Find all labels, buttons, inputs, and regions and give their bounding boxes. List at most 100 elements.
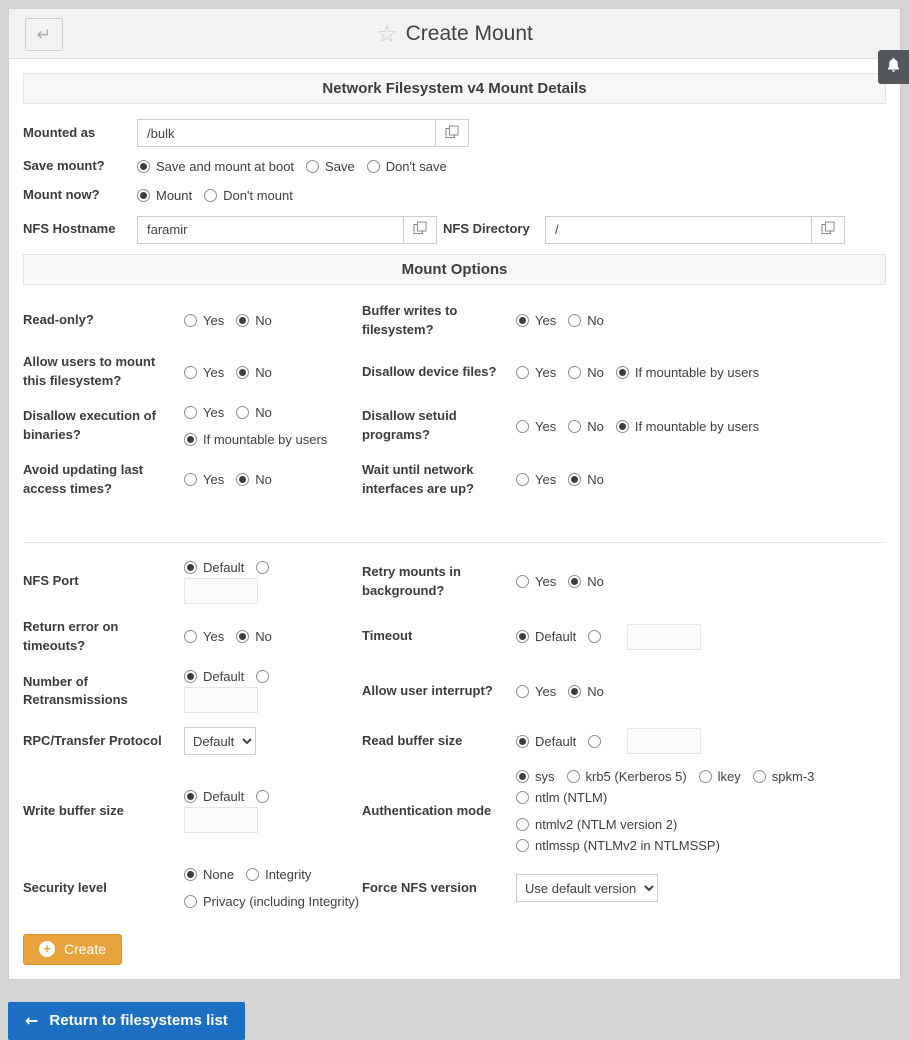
back-button[interactable]: ↵ bbox=[25, 18, 63, 51]
radio-button[interactable] bbox=[137, 189, 150, 202]
radio-button[interactable] bbox=[184, 366, 197, 379]
radio-option[interactable]: Yes bbox=[184, 313, 224, 328]
radio-option[interactable]: Yes bbox=[516, 419, 556, 434]
radio-option[interactable]: ntlm (NTLM) bbox=[516, 790, 607, 805]
radio-option[interactable] bbox=[256, 561, 269, 574]
radio-button[interactable] bbox=[184, 868, 197, 881]
radio-button[interactable] bbox=[256, 670, 269, 683]
radio-option[interactable]: ntmlv2 (NTLM version 2) bbox=[516, 817, 677, 832]
radio-button[interactable] bbox=[137, 160, 150, 173]
radio-option[interactable]: No bbox=[568, 684, 604, 699]
radio-option[interactable]: No bbox=[568, 313, 604, 328]
radio-button[interactable] bbox=[236, 630, 249, 643]
radio-button[interactable] bbox=[588, 735, 601, 748]
radio-option[interactable]: ntlmssp (NTLMv2 in NTLMSSP) bbox=[516, 838, 720, 853]
radio-button[interactable] bbox=[568, 314, 581, 327]
radio-option[interactable]: No bbox=[568, 574, 604, 589]
radio-button[interactable] bbox=[184, 790, 197, 803]
radio-button[interactable] bbox=[567, 770, 580, 783]
radio-option[interactable]: Integrity bbox=[246, 867, 311, 882]
create-button[interactable]: + Create bbox=[23, 934, 122, 965]
radio-option[interactable]: Yes bbox=[516, 365, 556, 380]
radio-option[interactable]: krb5 (Kerberos 5) bbox=[567, 769, 687, 784]
radio-button[interactable] bbox=[184, 670, 197, 683]
radio-button[interactable] bbox=[753, 770, 766, 783]
radio-option[interactable] bbox=[588, 735, 601, 748]
radio-button[interactable] bbox=[516, 314, 529, 327]
radio-option[interactable]: No bbox=[568, 419, 604, 434]
radio-button[interactable] bbox=[204, 189, 217, 202]
radio-button[interactable] bbox=[699, 770, 712, 783]
radio-option[interactable]: Default bbox=[184, 560, 244, 575]
rpc-protocol-select[interactable]: Default bbox=[184, 727, 256, 755]
radio-option[interactable]: No bbox=[236, 405, 272, 420]
radio-button[interactable] bbox=[184, 473, 197, 486]
favorite-star-icon[interactable]: ☆ bbox=[376, 22, 398, 46]
radio-button[interactable] bbox=[516, 685, 529, 698]
radio-button[interactable] bbox=[568, 366, 581, 379]
radio-button[interactable] bbox=[246, 868, 259, 881]
radio-option[interactable]: Privacy (including Integrity) bbox=[184, 894, 359, 909]
radio-button[interactable] bbox=[256, 561, 269, 574]
radio-option[interactable]: Mount bbox=[137, 188, 192, 203]
radio-option[interactable]: Default bbox=[184, 789, 244, 804]
radio-option[interactable]: Default bbox=[516, 734, 576, 749]
nfs-hostname-input[interactable] bbox=[137, 216, 404, 244]
notifications-tab[interactable] bbox=[878, 50, 909, 84]
nfs-directory-chooser-button[interactable] bbox=[812, 216, 845, 244]
radio-option[interactable]: Save bbox=[306, 159, 355, 174]
radio-button[interactable] bbox=[367, 160, 380, 173]
radio-button[interactable] bbox=[516, 630, 529, 643]
radio-option[interactable]: Yes bbox=[184, 405, 224, 420]
mounted-as-chooser-button[interactable] bbox=[436, 119, 469, 147]
radio-button[interactable] bbox=[616, 420, 629, 433]
radio-button[interactable] bbox=[236, 366, 249, 379]
radio-button[interactable] bbox=[184, 406, 197, 419]
radio-option[interactable]: lkey bbox=[699, 769, 741, 784]
return-to-filesystems-button[interactable]: ← Return to filesystems list bbox=[8, 1002, 245, 1040]
radio-button[interactable] bbox=[516, 770, 529, 783]
radio-option[interactable]: None bbox=[184, 867, 234, 882]
radio-option[interactable]: Yes bbox=[516, 472, 556, 487]
mounted-as-input[interactable] bbox=[137, 119, 436, 147]
radio-button[interactable] bbox=[516, 791, 529, 804]
radio-option[interactable]: sys bbox=[516, 769, 555, 784]
radio-option[interactable]: No bbox=[236, 472, 272, 487]
radio-option[interactable]: Default bbox=[516, 629, 576, 644]
radio-button[interactable] bbox=[256, 790, 269, 803]
radio-option[interactable]: If mountable by users bbox=[616, 365, 759, 380]
radio-option[interactable]: Don't mount bbox=[204, 188, 293, 203]
radio-button[interactable] bbox=[516, 839, 529, 852]
radio-option[interactable]: No bbox=[568, 472, 604, 487]
radio-button[interactable] bbox=[516, 420, 529, 433]
radio-button[interactable] bbox=[516, 735, 529, 748]
radio-option[interactable] bbox=[256, 670, 269, 683]
radio-option[interactable]: Yes bbox=[184, 472, 224, 487]
radio-button[interactable] bbox=[516, 575, 529, 588]
radio-option[interactable]: Yes bbox=[184, 629, 224, 644]
radio-option[interactable]: Default bbox=[184, 669, 244, 684]
radio-option[interactable]: spkm-3 bbox=[753, 769, 815, 784]
radio-option[interactable]: Yes bbox=[516, 684, 556, 699]
radio-option[interactable]: No bbox=[236, 629, 272, 644]
radio-option[interactable]: Yes bbox=[184, 365, 224, 380]
radio-button[interactable] bbox=[236, 406, 249, 419]
radio-option[interactable]: Yes bbox=[516, 574, 556, 589]
radio-button[interactable] bbox=[616, 366, 629, 379]
radio-button[interactable] bbox=[184, 630, 197, 643]
radio-button[interactable] bbox=[516, 366, 529, 379]
radio-option[interactable]: Yes bbox=[516, 313, 556, 328]
radio-button[interactable] bbox=[568, 473, 581, 486]
radio-button[interactable] bbox=[184, 895, 197, 908]
nfs-directory-input[interactable] bbox=[545, 216, 812, 244]
radio-button[interactable] bbox=[516, 473, 529, 486]
radio-button[interactable] bbox=[184, 561, 197, 574]
radio-option[interactable]: Don't save bbox=[367, 159, 447, 174]
radio-option[interactable]: If mountable by users bbox=[184, 432, 327, 447]
radio-option[interactable]: If mountable by users bbox=[616, 419, 759, 434]
radio-option[interactable]: Save and mount at boot bbox=[137, 159, 294, 174]
radio-option[interactable] bbox=[256, 790, 269, 803]
radio-option[interactable]: No bbox=[568, 365, 604, 380]
radio-button[interactable] bbox=[184, 433, 197, 446]
nfs-hostname-chooser-button[interactable] bbox=[404, 216, 437, 244]
